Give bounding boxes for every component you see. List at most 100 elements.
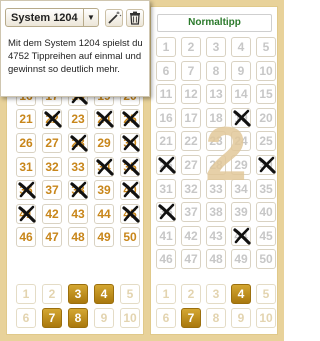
quicktipp-wand-button[interactable] — [105, 9, 123, 27]
field1-number-27[interactable]: 27 — [42, 133, 62, 153]
field2-number-20[interactable]: 20 — [256, 107, 276, 128]
field2-number-15[interactable]: 15 — [256, 84, 276, 105]
field2-number-46[interactable]: 46 — [156, 249, 176, 270]
field1-system-number-3[interactable]: 3 — [68, 284, 88, 304]
field2-system-number-8[interactable]: 8 — [206, 308, 226, 328]
field2-number-18[interactable]: 18 — [206, 107, 226, 128]
field1-number-36[interactable]: 36 — [16, 180, 36, 201]
field2-number-29[interactable]: 29 — [231, 155, 251, 175]
field2-number-6[interactable]: 6 — [156, 60, 176, 81]
field2-system-number-4[interactable]: 4 — [231, 284, 251, 304]
field1-number-31[interactable]: 31 — [16, 156, 36, 177]
field2-number-12[interactable]: 12 — [181, 84, 201, 105]
field2-number-11[interactable]: 11 — [156, 84, 176, 105]
field1-number-33[interactable]: 33 — [68, 156, 88, 177]
field2-number-39[interactable]: 39 — [231, 202, 251, 223]
field1-number-24[interactable]: 24 — [94, 109, 114, 130]
field2-number-24[interactable]: 24 — [231, 131, 251, 152]
field2-number-1[interactable]: 1 — [156, 37, 176, 57]
field1-number-38[interactable]: 38 — [68, 180, 88, 201]
field2-number-31[interactable]: 31 — [156, 178, 176, 199]
field1-number-42[interactable]: 42 — [42, 203, 62, 224]
field1-number-34[interactable]: 34 — [94, 156, 114, 177]
field1-number-22[interactable]: 22 — [42, 109, 62, 130]
field2-number-23[interactable]: 23 — [206, 131, 226, 152]
field2-number-22[interactable]: 22 — [181, 131, 201, 152]
field1-number-39[interactable]: 39 — [94, 180, 114, 201]
field2-number-7[interactable]: 7 — [181, 60, 201, 81]
field2-number-10[interactable]: 10 — [256, 60, 276, 81]
field2-number-3[interactable]: 3 — [206, 37, 226, 57]
field1-number-50[interactable]: 50 — [120, 227, 140, 248]
field2-number-26[interactable]: 26 — [156, 155, 176, 175]
field1-number-32[interactable]: 32 — [42, 156, 62, 177]
field2-system-number-3[interactable]: 3 — [206, 284, 226, 304]
field1-number-40[interactable]: 40 — [120, 180, 140, 201]
field2-system-number-10[interactable]: 10 — [256, 308, 276, 328]
normaltipp-button[interactable]: Normaltipp — [157, 14, 272, 32]
field2-number-19[interactable]: 19 — [231, 107, 251, 128]
delete-button[interactable] — [126, 9, 144, 27]
field2-number-35[interactable]: 35 — [256, 178, 276, 199]
field1-number-46[interactable]: 46 — [16, 227, 36, 248]
field1-system-number-6[interactable]: 6 — [16, 308, 36, 328]
field2-number-38[interactable]: 38 — [206, 202, 226, 223]
field1-system-number-2[interactable]: 2 — [42, 284, 62, 304]
field1-number-35[interactable]: 35 — [120, 156, 140, 177]
field1-number-43[interactable]: 43 — [68, 203, 88, 224]
field2-system-number-2[interactable]: 2 — [181, 284, 201, 304]
field1-number-26[interactable]: 26 — [16, 133, 36, 153]
field2-number-34[interactable]: 34 — [231, 178, 251, 199]
field2-system-number-6[interactable]: 6 — [156, 308, 176, 328]
system-select[interactable]: System 1204 ▼ — [5, 8, 99, 27]
field2-number-5[interactable]: 5 — [256, 37, 276, 57]
field1-number-47[interactable]: 47 — [42, 227, 62, 248]
field1-number-25[interactable]: 25 — [120, 109, 140, 130]
field1-system-number-4[interactable]: 4 — [94, 284, 114, 304]
field2-number-43[interactable]: 43 — [206, 225, 226, 246]
field2-number-27[interactable]: 27 — [181, 155, 201, 175]
field1-number-23[interactable]: 23 — [68, 109, 88, 130]
field2-number-37[interactable]: 37 — [181, 202, 201, 223]
field1-number-21[interactable]: 21 — [16, 109, 36, 130]
field2-number-13[interactable]: 13 — [206, 84, 226, 105]
field2-number-44[interactable]: 44 — [231, 225, 251, 246]
field2-number-49[interactable]: 49 — [231, 249, 251, 270]
field1-number-28[interactable]: 28 — [68, 133, 88, 153]
field1-system-number-7[interactable]: 7 — [42, 308, 62, 328]
field1-number-29[interactable]: 29 — [94, 133, 114, 153]
field1-number-44[interactable]: 44 — [94, 203, 114, 224]
field1-system-number-8[interactable]: 8 — [68, 308, 88, 328]
field1-system-number-1[interactable]: 1 — [16, 284, 36, 304]
field1-system-number-5[interactable]: 5 — [120, 284, 140, 304]
field2-number-8[interactable]: 8 — [206, 60, 226, 81]
field2-number-30[interactable]: 30 — [256, 155, 276, 175]
field2-number-25[interactable]: 25 — [256, 131, 276, 152]
field2-number-32[interactable]: 32 — [181, 178, 201, 199]
field2-system-number-9[interactable]: 9 — [231, 308, 251, 328]
field2-system-number-1[interactable]: 1 — [156, 284, 176, 304]
field2-system-number-7[interactable]: 7 — [181, 308, 201, 328]
field2-number-17[interactable]: 17 — [181, 107, 201, 128]
field2-number-28[interactable]: 28 — [206, 155, 226, 175]
field2-number-40[interactable]: 40 — [256, 202, 276, 223]
field1-system-number-9[interactable]: 9 — [94, 308, 114, 328]
field1-number-45[interactable]: 45 — [120, 203, 140, 224]
field2-number-4[interactable]: 4 — [231, 37, 251, 57]
field2-number-21[interactable]: 21 — [156, 131, 176, 152]
field2-number-48[interactable]: 48 — [206, 249, 226, 270]
field1-number-30[interactable]: 30 — [120, 133, 140, 153]
field1-number-41[interactable]: 41 — [16, 203, 36, 224]
field2-number-33[interactable]: 33 — [206, 178, 226, 199]
field2-number-41[interactable]: 41 — [156, 225, 176, 246]
field1-system-number-10[interactable]: 10 — [120, 308, 140, 328]
field2-number-45[interactable]: 45 — [256, 225, 276, 246]
field2-number-14[interactable]: 14 — [231, 84, 251, 105]
field2-number-42[interactable]: 42 — [181, 225, 201, 246]
field2-number-16[interactable]: 16 — [156, 107, 176, 128]
field1-number-37[interactable]: 37 — [42, 180, 62, 201]
field2-number-2[interactable]: 2 — [181, 37, 201, 57]
field2-number-47[interactable]: 47 — [181, 249, 201, 270]
field2-system-number-5[interactable]: 5 — [256, 284, 276, 304]
field1-number-48[interactable]: 48 — [68, 227, 88, 248]
